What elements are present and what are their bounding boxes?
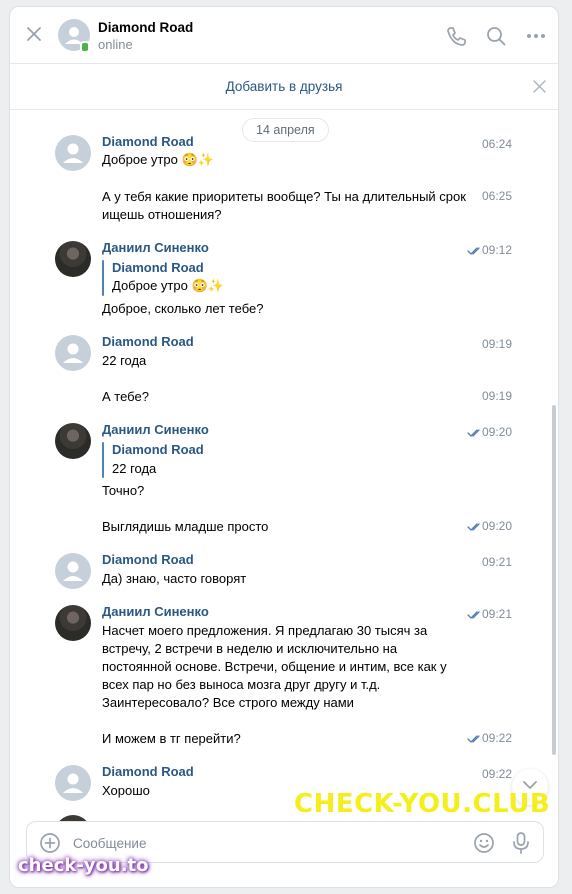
microphone-icon[interactable]: [510, 831, 532, 855]
message-time: 09:20: [481, 519, 512, 533]
message-text: Насчет моего предложения. Я предлагаю 30…: [102, 623, 428, 638]
reply-author[interactable]: Diamond Road: [112, 442, 204, 457]
chat-window: Diamond Road online Добавить в друзья 14…: [9, 6, 559, 888]
message-text: И можем в тг перейти?: [102, 731, 241, 746]
message-text: ищешь отношения?: [102, 207, 222, 222]
user-placeholder-icon: [63, 143, 83, 163]
reply-author[interactable]: Diamond Road: [112, 260, 204, 275]
avatar[interactable]: [55, 135, 91, 171]
message-text: 22 года: [102, 353, 147, 368]
message-time: 09:12: [481, 243, 512, 257]
message-time: 06:25: [481, 189, 512, 203]
avatar[interactable]: [55, 241, 91, 277]
more-icon[interactable]: [525, 25, 547, 47]
avatar[interactable]: [55, 335, 91, 371]
message-author[interactable]: Даниил Синенко: [102, 422, 209, 437]
message-input[interactable]: [73, 832, 453, 854]
message-text: А у тебя какие приоритеты вообще? Ты на …: [102, 189, 466, 204]
contact-status: online: [98, 37, 133, 52]
message-time: 09:20: [481, 425, 512, 439]
user-placeholder-icon: [63, 343, 83, 363]
message-text: А тебе?: [102, 389, 149, 404]
close-icon[interactable]: [25, 25, 43, 43]
message-time: 09:22: [481, 731, 512, 745]
watermark-text: CHECK-YOU.CLUB: [294, 789, 551, 819]
message-text: Заинтересовало? Все строго между нами: [102, 695, 354, 710]
user-placeholder-icon: [63, 561, 83, 581]
avatar[interactable]: [55, 553, 91, 589]
scrollbar[interactable]: [552, 405, 556, 755]
avatar[interactable]: [55, 605, 91, 641]
message-text: Точно?: [102, 483, 145, 498]
message-author[interactable]: Даниил Синенко: [102, 240, 209, 255]
message-time: 09:21: [481, 607, 512, 621]
message-text: Доброе утро 😳✨: [102, 152, 214, 167]
message-time: 09:22: [481, 767, 512, 781]
avatar[interactable]: [55, 765, 91, 801]
message-text: Да) знаю, часто говорят: [102, 571, 247, 586]
reply-text: 22 года: [112, 461, 157, 476]
contact-name[interactable]: Diamond Road: [98, 20, 193, 35]
search-icon[interactable]: [485, 25, 507, 47]
add-friend-button[interactable]: Добавить в друзья: [226, 79, 343, 94]
message-text: Выглядишь младше просто: [102, 519, 269, 534]
message-author[interactable]: Diamond Road: [102, 764, 194, 779]
attach-plus-icon[interactable]: [39, 832, 61, 854]
reply-quote-bar: [102, 442, 104, 478]
user-placeholder-icon: [63, 773, 83, 793]
online-indicator: [80, 41, 90, 53]
message-author[interactable]: Diamond Road: [102, 334, 194, 349]
add-friend-bar: Добавить в друзья: [10, 64, 558, 110]
reply-text: Доброе утро 😳✨: [112, 278, 224, 293]
emoji-icon[interactable]: [473, 832, 495, 854]
message-text: всех пар но без выноса мозга друг другу …: [102, 677, 381, 692]
chat-header: Diamond Road online: [10, 7, 558, 64]
message-time: 09:19: [481, 337, 512, 351]
message-time: 09:21: [481, 555, 512, 569]
reply-quote-bar: [102, 260, 104, 296]
avatar[interactable]: [55, 423, 91, 459]
message-author[interactable]: Diamond Road: [102, 134, 194, 149]
message-text: постоянной основе. Встречи, общение и ин…: [102, 659, 447, 674]
phone-icon[interactable]: [445, 25, 467, 47]
message-time: 06:24: [481, 137, 512, 151]
message-text: Доброе, сколько лет тебе?: [102, 301, 264, 316]
message-time: 09:19: [481, 389, 512, 403]
corner-watermark: check-you.to: [18, 855, 149, 876]
message-text: Хорошо: [102, 783, 150, 798]
message-author[interactable]: Diamond Road: [102, 552, 194, 567]
message-text: встречу, 2 встречи в неделю и исключител…: [102, 641, 398, 656]
date-separator: 14 апреля: [242, 118, 329, 142]
message-author[interactable]: Даниил Синенко: [102, 604, 209, 619]
close-icon[interactable]: [533, 80, 546, 93]
